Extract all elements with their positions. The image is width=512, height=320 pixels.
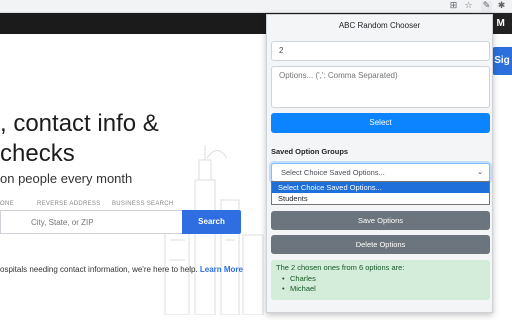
popup-title: ABC Random Chooser [338,21,421,30]
chevron-down-icon: ⌄ [477,168,483,176]
location-search-input[interactable] [31,218,171,227]
tab-reverse-address[interactable]: REVERSE ADDRESS [37,201,101,207]
hero-headline-line2: checks [0,140,75,167]
bottom-text-body: ospitals needing contact information, we… [0,265,200,274]
bottom-text: ospitals needing contact information, we… [0,265,243,274]
extension-popup: ABC Random Chooser 2 Select Saved Option… [266,14,493,313]
chosen-list: Charles Michael [276,274,485,294]
chosen-item: Charles [276,274,485,284]
chosen-item: Michael [276,284,485,294]
saved-options-select-value: Select Choice Saved Options... [281,168,385,177]
tab-business-search[interactable]: BUSINESS SEARCH [112,201,174,207]
puzzle-icon[interactable]: ✱ [496,1,507,12]
screen: ⊞ ☆ ✎ ✱ am M Sig , contact info & checks… [0,0,512,320]
saved-options-dropdown: Select Choice Saved Options... Students [271,181,490,205]
count-input[interactable]: 2 [271,41,490,61]
hero-subtitle: on people every month [0,171,133,186]
search-button[interactable]: Search [182,210,241,234]
saved-groups-label: Saved Option Groups [271,147,349,156]
select-button[interactable]: Select [271,113,490,133]
tab-phone[interactable]: ONE [0,201,14,207]
delete-options-button[interactable]: Delete Options [271,235,490,254]
dropdown-option-default[interactable]: Select Choice Saved Options... [272,182,489,193]
translate-icon[interactable]: ⊞ [448,1,459,12]
hero-headline-line1: , contact info & [0,110,159,137]
result-alert: The 2 chosen ones from 6 options are: Ch… [271,260,490,300]
location-search-box [0,210,182,234]
star-icon[interactable]: ☆ [463,1,474,12]
saved-options-select[interactable]: Select Choice Saved Options... ⌄ [271,163,490,182]
save-options-button[interactable]: Save Options [271,211,490,230]
dropdown-option-students[interactable]: Students [272,193,489,204]
browser-toolbar: ⊞ ☆ ✎ ✱ [0,0,512,13]
result-text: The 2 chosen ones from 6 options are: [276,263,405,272]
options-textarea[interactable] [271,66,490,108]
sign-in-button[interactable]: Sig [492,47,512,75]
extension-active-icon[interactable]: ✎ [481,1,492,12]
learn-more-link[interactable]: Learn More [200,265,243,274]
